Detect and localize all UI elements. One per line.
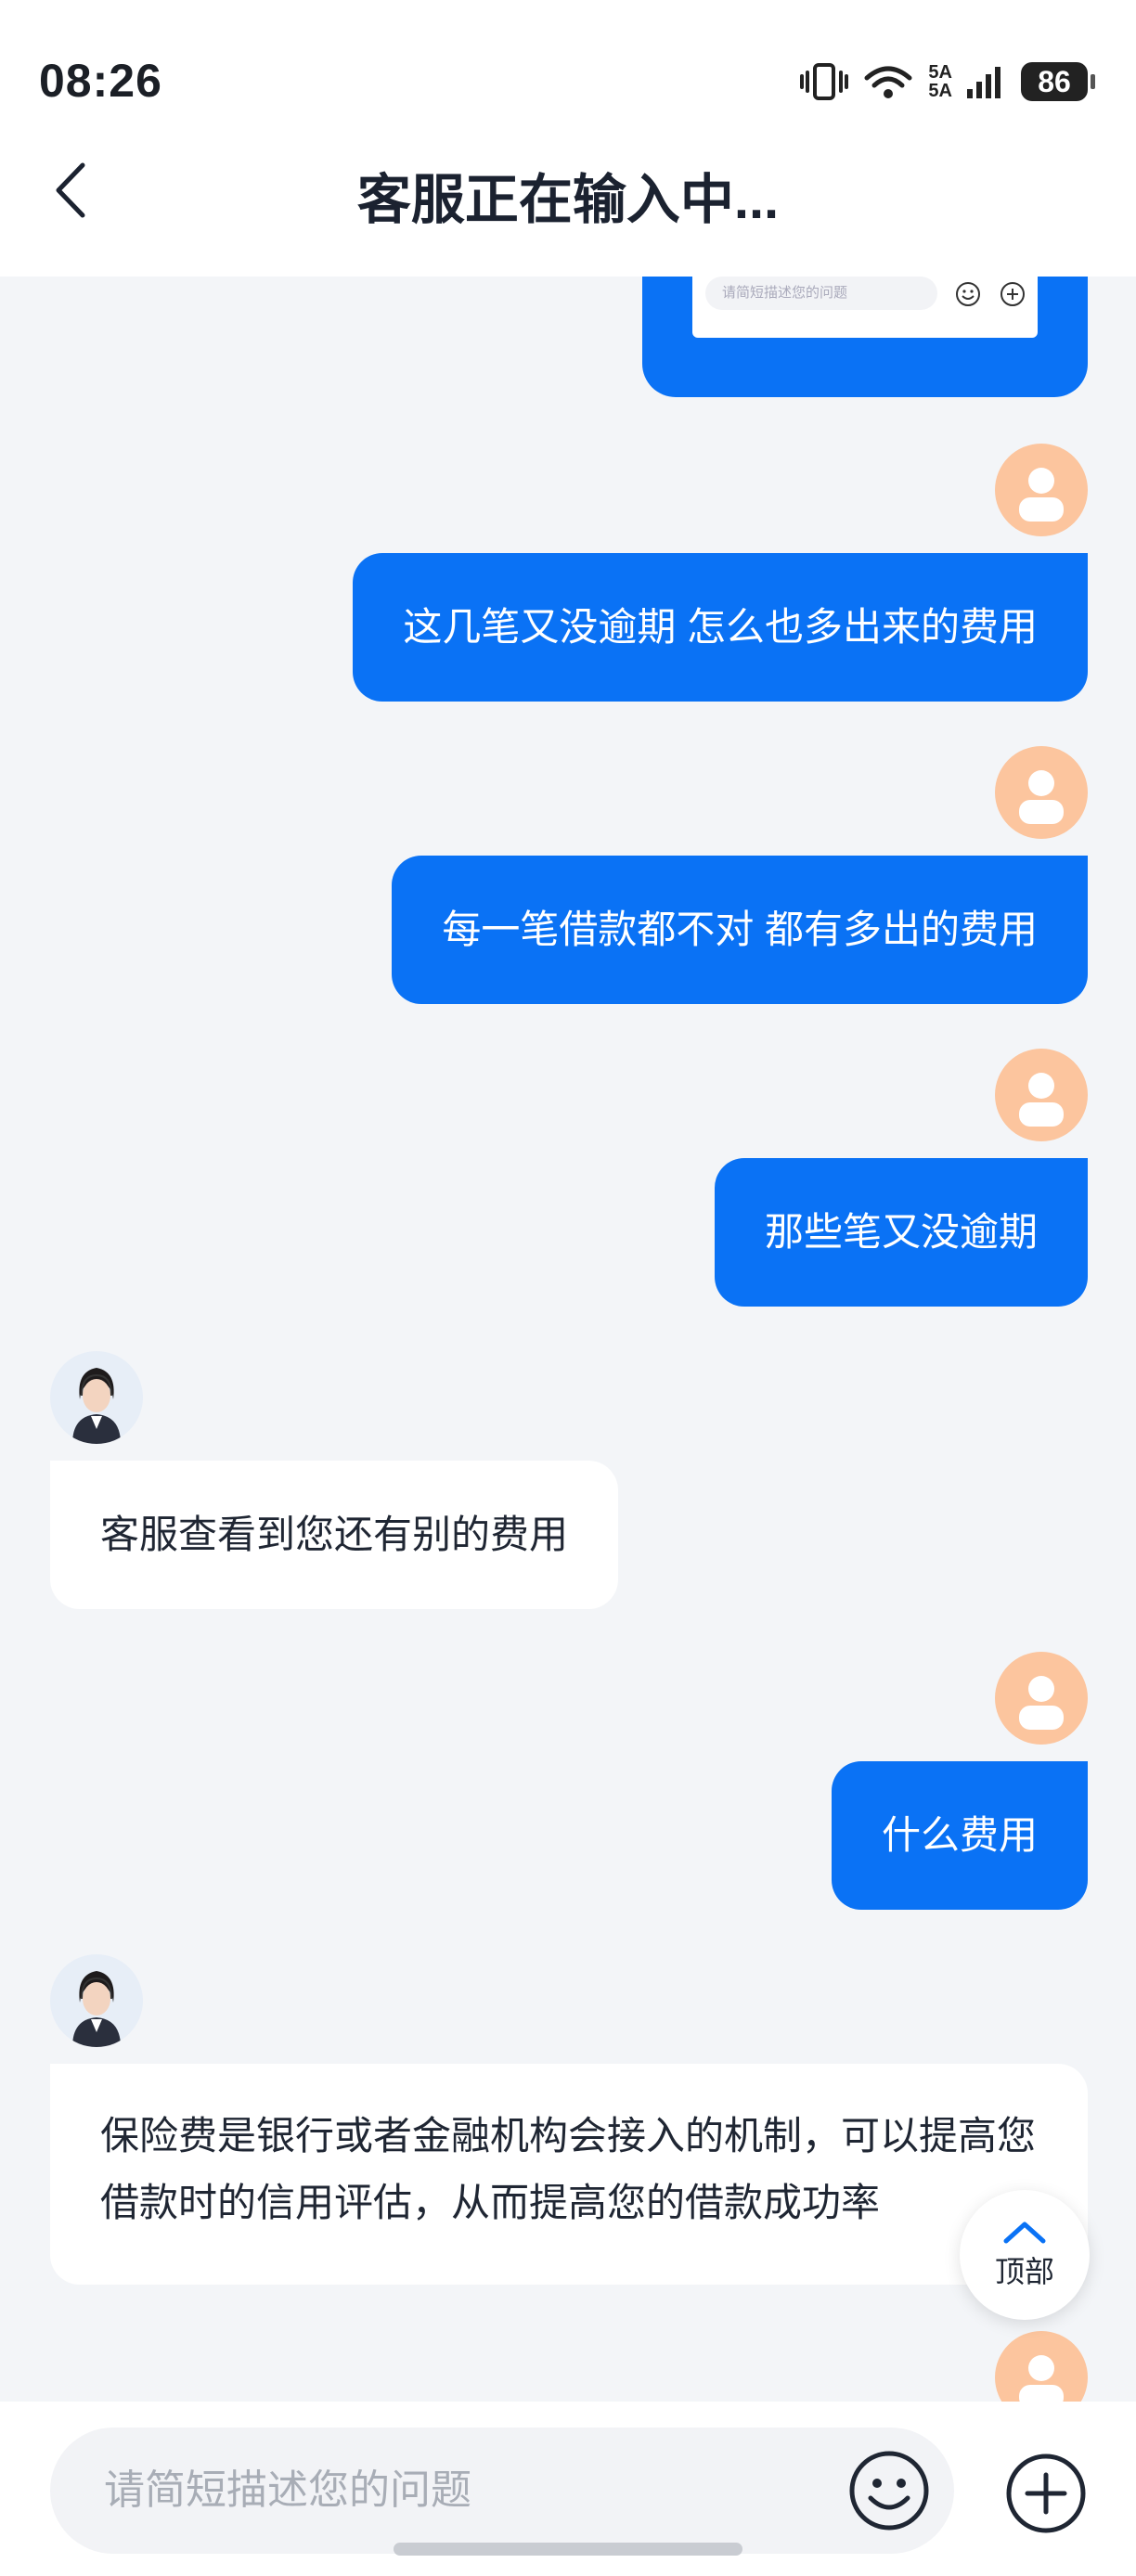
image-message[interactable]: 请简短描述您的问题 bbox=[642, 277, 1088, 397]
signal-icon bbox=[967, 67, 1000, 98]
agent-avatar bbox=[50, 1954, 143, 2047]
user-avatar bbox=[995, 2331, 1088, 2402]
message-bubble-user: 什么费用 bbox=[831, 1761, 1088, 1910]
message-input[interactable]: 请简短描述您的问题 bbox=[50, 2428, 954, 2554]
user-icon bbox=[1019, 2355, 1064, 2402]
vibrate-icon bbox=[800, 63, 849, 100]
user-icon bbox=[1019, 468, 1064, 522]
plus-circle-icon bbox=[1006, 2454, 1086, 2533]
chat-thread[interactable]: 请简短描述您的问题 这几笔又没逾期 怎么也多出来的费用 每一笔借款都不对 都有多… bbox=[0, 277, 1136, 2402]
user-icon bbox=[1019, 770, 1064, 824]
battery-indicator: 86 bbox=[1021, 62, 1095, 101]
emoji-button[interactable] bbox=[845, 2446, 934, 2535]
user-avatar bbox=[995, 1049, 1088, 1141]
chat-header: 客服正在输入中... bbox=[0, 139, 1136, 277]
message-input-placeholder: 请简短描述您的问题 bbox=[104, 2467, 471, 2513]
user-icon bbox=[1019, 1676, 1064, 1730]
message-bubble-user: 那些笔又没逾期 bbox=[714, 1158, 1088, 1307]
user-avatar bbox=[995, 1652, 1088, 1745]
agent-avatar bbox=[50, 1351, 143, 1444]
scroll-to-top-label: 顶部 bbox=[994, 2255, 1054, 2288]
screenshot-preview: 请简短描述您的问题 bbox=[692, 277, 1038, 338]
network-type: 5A 5A bbox=[928, 63, 952, 100]
network-type-bottom: 5A bbox=[928, 81, 952, 101]
home-indicator[interactable] bbox=[394, 2543, 742, 2556]
message-bubble-user: 每一笔借款都不对 都有多出的费用 bbox=[392, 856, 1088, 1004]
preview-smiley-icon bbox=[956, 282, 980, 306]
status-bar: 08:26 5A 5A 86 bbox=[0, 0, 1136, 139]
user-icon bbox=[1019, 1073, 1064, 1127]
message-bubble-agent: 保险费是银行或者金融机构会接入的机制，可以提高您借款时的信用评估，从而提高您的借… bbox=[50, 2064, 1088, 2285]
agent-headset-icon bbox=[72, 1368, 121, 1444]
page-title: 客服正在输入中... bbox=[356, 170, 780, 230]
attach-button[interactable] bbox=[1002, 2450, 1090, 2537]
preview-plus-icon bbox=[1000, 282, 1025, 306]
smiley-icon bbox=[849, 2451, 929, 2531]
wifi-icon bbox=[864, 66, 912, 98]
message-bubble-agent: 客服查看到您还有别的费用 bbox=[50, 1461, 619, 1609]
chevron-up-icon bbox=[1003, 2222, 1046, 2244]
status-icons: 5A 5A 86 bbox=[800, 58, 1095, 106]
user-avatar bbox=[995, 746, 1088, 839]
preview-input: 请简短描述您的问题 bbox=[705, 277, 937, 310]
scroll-to-top-button[interactable]: 顶部 bbox=[960, 2190, 1090, 2320]
agent-headset-icon bbox=[72, 1971, 121, 2047]
status-time: 08:26 bbox=[39, 55, 162, 107]
message-bubble-user: 这几笔又没逾期 怎么也多出来的费用 bbox=[353, 553, 1088, 702]
network-type-top: 5A bbox=[928, 62, 952, 83]
user-avatar bbox=[995, 444, 1088, 536]
